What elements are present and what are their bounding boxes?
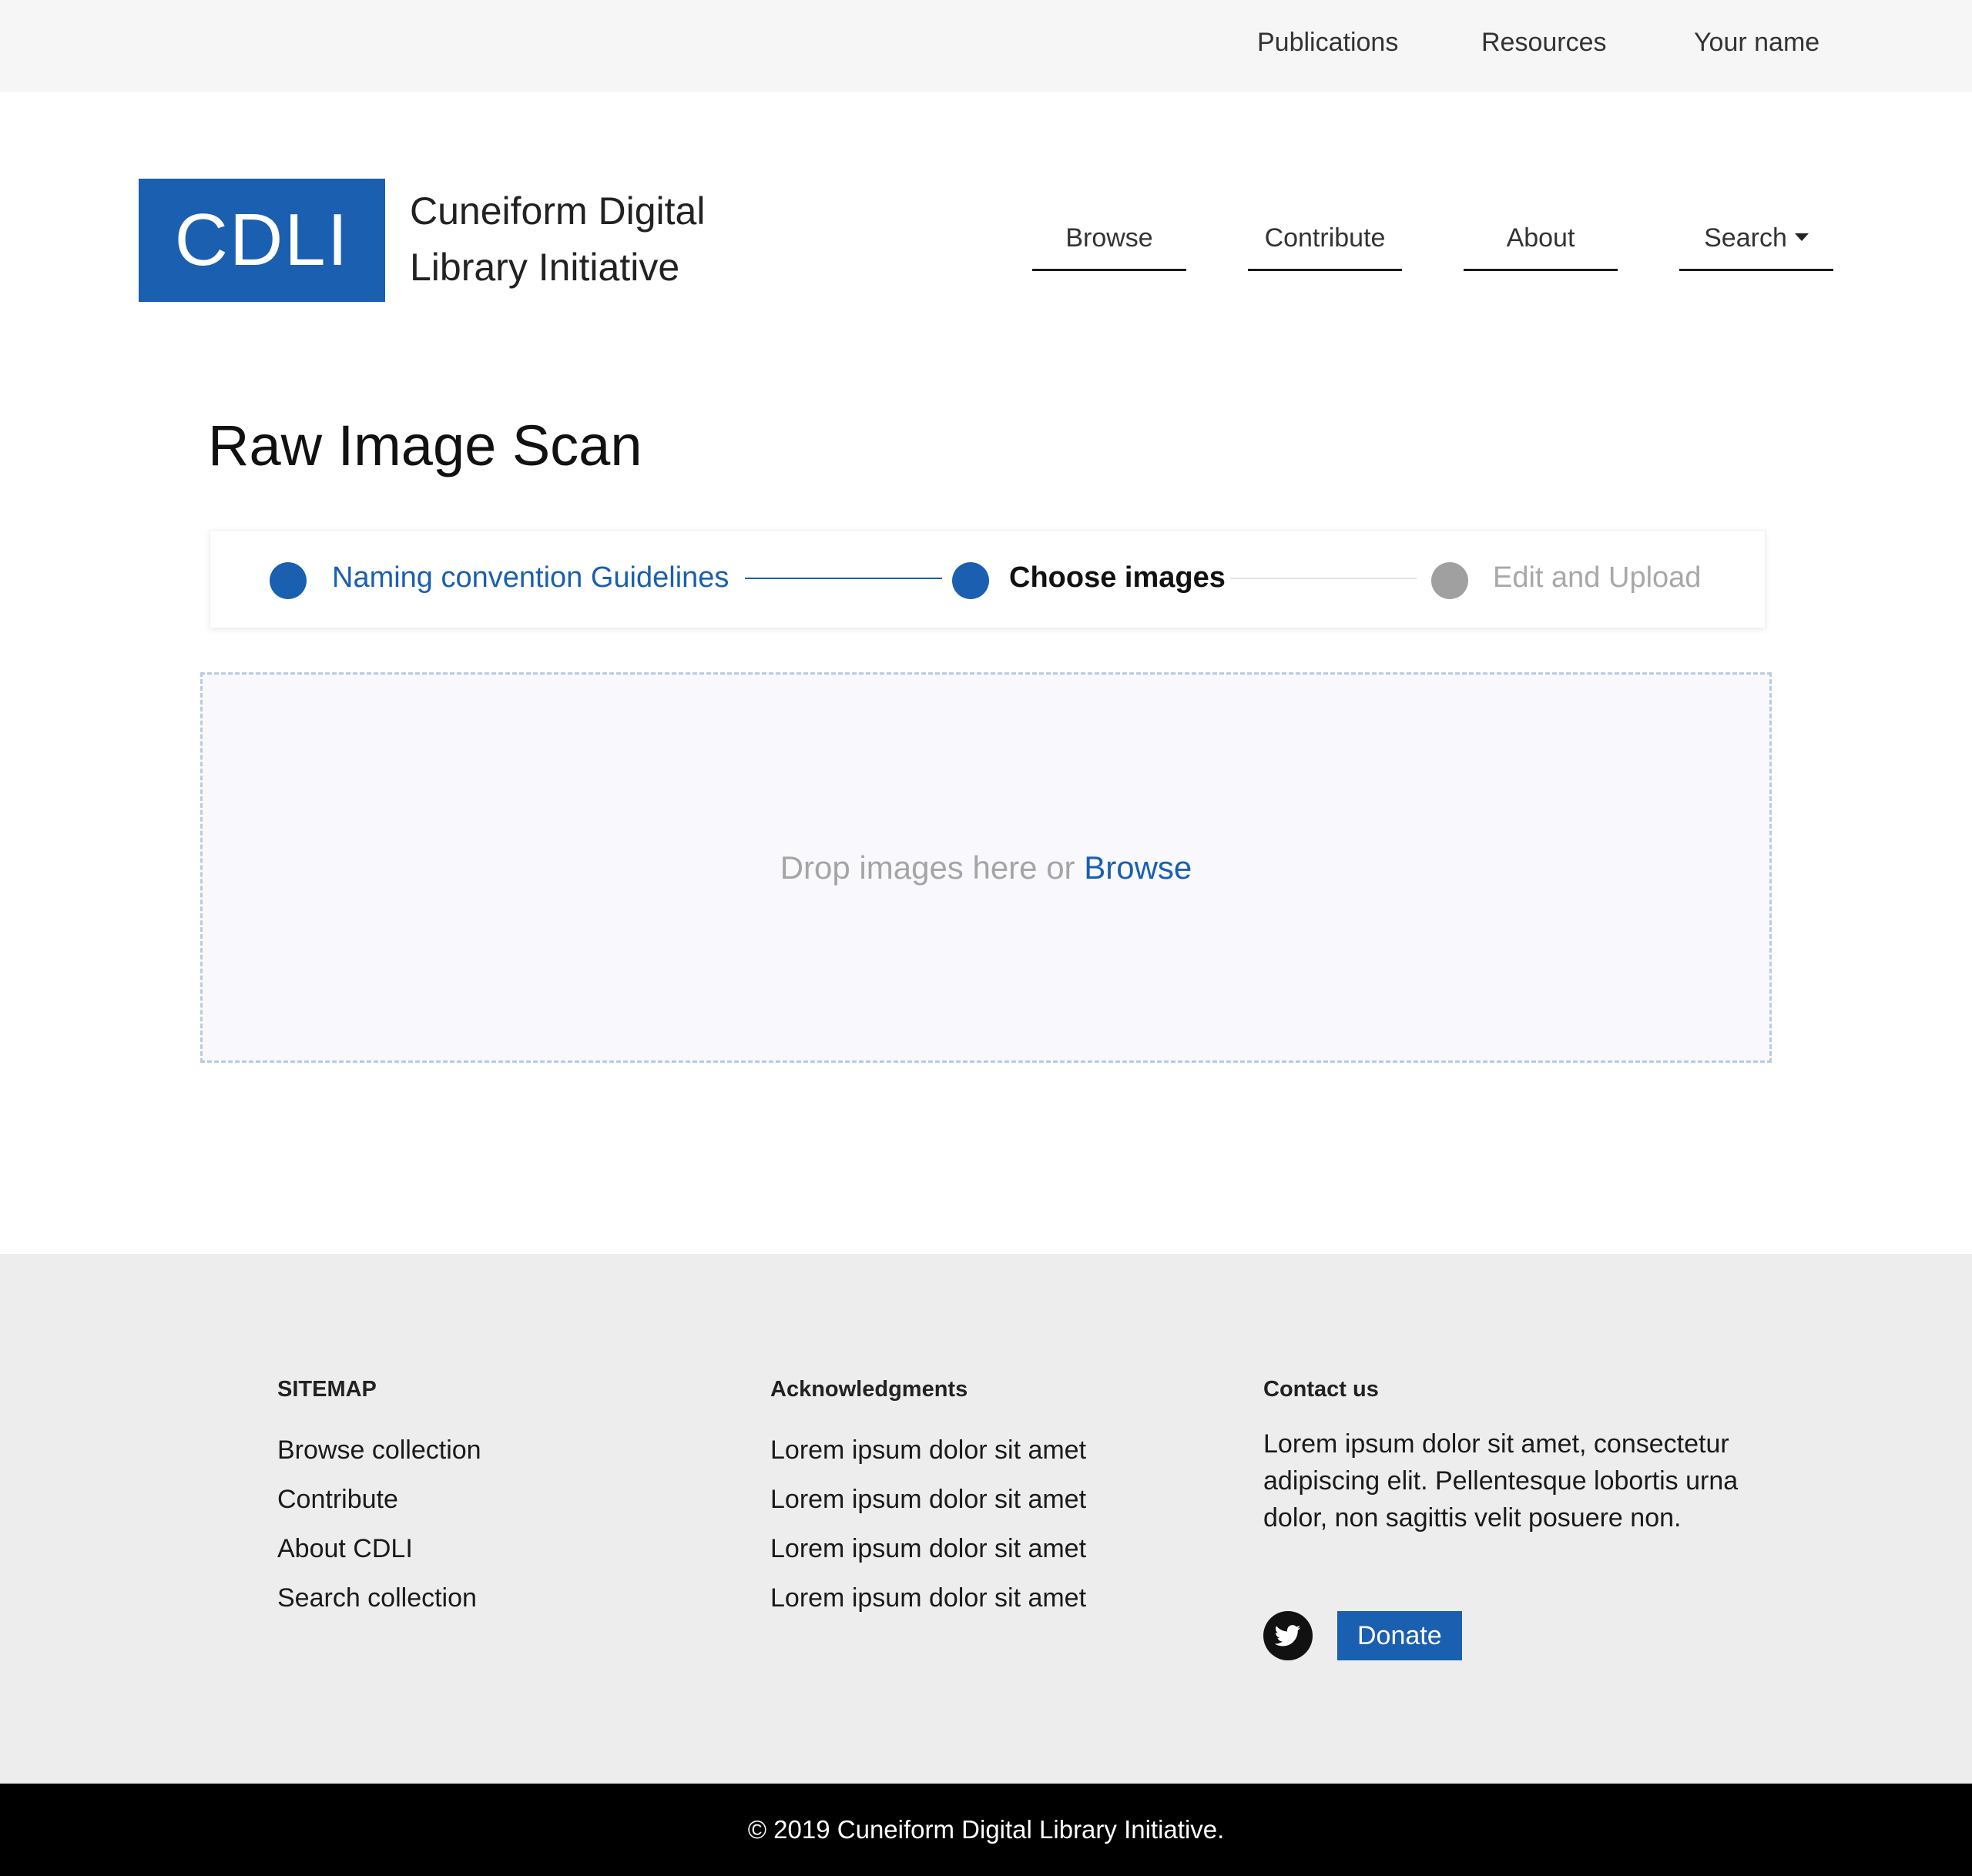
nav-contribute-label: Contribute: [1264, 223, 1386, 253]
image-dropzone[interactable]: Drop images here or Browse: [200, 672, 1772, 1063]
cdli-logo[interactable]: CDLI: [139, 179, 385, 302]
step-1-indicator: [270, 562, 307, 599]
step-connector-1: [745, 578, 942, 579]
footer-actions: Donate: [1263, 1611, 1462, 1660]
nav-about-label: About: [1506, 223, 1575, 253]
site-name[interactable]: Cuneiform Digital Library Initiative: [410, 183, 705, 296]
dropzone-text: Drop images here or: [780, 849, 1075, 886]
contact-text: Lorem ipsum dolor sit amet, consectetur …: [1263, 1429, 1739, 1533]
dropzone-instructions: Drop images here or Browse: [780, 849, 1192, 886]
footer-contact: Contact us Lorem ipsum dolor sit amet, c…: [1263, 1377, 1741, 1536]
nav-about[interactable]: About: [1464, 223, 1618, 271]
acknowledgment-item: Lorem ipsum dolor sit amet: [770, 1435, 1087, 1465]
acknowledgments-heading: Acknowledgments: [770, 1377, 968, 1402]
nav-search[interactable]: Search: [1679, 223, 1833, 271]
acknowledgment-item: Lorem ipsum dolor sit amet: [770, 1485, 1087, 1514]
chevron-down-icon: [1794, 233, 1809, 242]
nav-contribute[interactable]: Contribute: [1248, 223, 1402, 271]
footer-link-contribute[interactable]: Contribute: [277, 1475, 481, 1524]
footer-acknowledgments: Acknowledgments Lorem ipsum dolor sit am…: [770, 1377, 1086, 1623]
step-3-label: Edit and Upload: [1493, 561, 1702, 594]
footer-link-about[interactable]: About CDLI: [277, 1524, 481, 1573]
footer-link-search[interactable]: Search collection: [277, 1573, 481, 1623]
twitter-icon[interactable]: [1263, 1611, 1313, 1660]
donate-button[interactable]: Donate: [1337, 1611, 1462, 1660]
publications-link[interactable]: Publications: [1257, 28, 1398, 58]
contact-heading: Contact us: [1263, 1377, 1379, 1402]
acknowledgment-item: Lorem ipsum dolor sit amet: [770, 1534, 1087, 1563]
footer-sitemap: SITEMAP Browse collection Contribute Abo…: [277, 1377, 481, 1623]
step-3-indicator: [1431, 562, 1468, 599]
copyright-bar: © 2019 Cuneiform Digital Library Initiat…: [0, 1784, 1972, 1876]
footer-link-browse[interactable]: Browse collection: [277, 1425, 481, 1475]
utility-bar: Publications Resources Your name: [0, 0, 1972, 92]
nav-browse[interactable]: Browse: [1032, 223, 1186, 271]
site-name-line2: Library Initiative: [410, 246, 680, 289]
acknowledgment-item: Lorem ipsum dolor sit amet: [770, 1583, 1087, 1613]
nav-search-label: Search: [1704, 223, 1787, 253]
step-2-label: Choose images: [1009, 561, 1226, 594]
copyright-text: © 2019 Cuneiform Digital Library Initiat…: [747, 1815, 1225, 1844]
progress-stepper: Naming convention Guidelines Choose imag…: [210, 530, 1766, 628]
nav-browse-label: Browse: [1065, 223, 1153, 253]
step-1-label[interactable]: Naming convention Guidelines: [332, 561, 729, 595]
page-title: Raw Image Scan: [208, 414, 642, 477]
dropzone-browse-link[interactable]: Browse: [1084, 849, 1192, 886]
user-name-link[interactable]: Your name: [1694, 28, 1819, 58]
sitemap-heading: SITEMAP: [277, 1377, 377, 1402]
step-connector-2: [1230, 578, 1417, 579]
resources-link[interactable]: Resources: [1481, 28, 1607, 58]
footer: SITEMAP Browse collection Contribute Abo…: [0, 1254, 1972, 1784]
twitter-bird-icon: [1275, 1625, 1301, 1647]
site-name-line1: Cuneiform Digital: [410, 189, 706, 233]
step-2-indicator: [952, 562, 989, 599]
